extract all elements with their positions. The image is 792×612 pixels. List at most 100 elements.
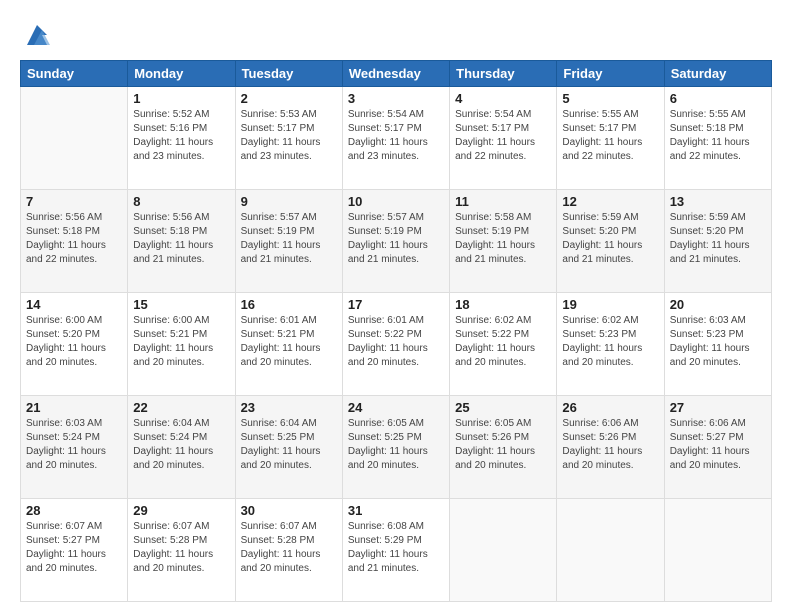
- day-info: Sunrise: 5:58 AM Sunset: 5:19 PM Dayligh…: [455, 211, 551, 267]
- calendar-cell: 1 Sunrise: 5:52 AM Sunset: 5:16 PM Daylig…: [128, 87, 235, 190]
- day-info: Sunrise: 5:57 AM Sunset: 5:19 PM Dayligh…: [348, 211, 444, 267]
- day-number: 27: [670, 400, 766, 415]
- calendar-cell: 4 Sunrise: 5:54 AM Sunset: 5:17 PM Daylig…: [450, 87, 557, 190]
- day-number: 7: [26, 194, 122, 209]
- day-number: 30: [241, 503, 337, 518]
- calendar-cell: 31 Sunrise: 6:08 AM Sunset: 5:29 PM Dayli…: [342, 499, 449, 602]
- calendar-cell: 30 Sunrise: 6:07 AM Sunset: 5:28 PM Dayli…: [235, 499, 342, 602]
- day-number: 9: [241, 194, 337, 209]
- calendar-day-header: Friday: [557, 61, 664, 87]
- day-number: 1: [133, 91, 229, 106]
- day-info: Sunrise: 6:01 AM Sunset: 5:22 PM Dayligh…: [348, 314, 444, 370]
- day-info: Sunrise: 6:08 AM Sunset: 5:29 PM Dayligh…: [348, 520, 444, 576]
- calendar-cell: 9 Sunrise: 5:57 AM Sunset: 5:19 PM Daylig…: [235, 190, 342, 293]
- calendar-day-header: Saturday: [664, 61, 771, 87]
- calendar-cell: 12Sunrise: 5:59 AM Sunset: 5:20 PM Dayli…: [557, 190, 664, 293]
- day-number: 29: [133, 503, 229, 518]
- day-number: 13: [670, 194, 766, 209]
- calendar-cell: 2 Sunrise: 5:53 AM Sunset: 5:17 PM Daylig…: [235, 87, 342, 190]
- calendar-cell: 15Sunrise: 6:00 AM Sunset: 5:21 PM Dayli…: [128, 293, 235, 396]
- header: [20, 20, 772, 50]
- day-number: 16: [241, 297, 337, 312]
- day-number: 11: [455, 194, 551, 209]
- day-number: 6: [670, 91, 766, 106]
- day-info: Sunrise: 6:00 AM Sunset: 5:20 PM Dayligh…: [26, 314, 122, 370]
- day-number: 17: [348, 297, 444, 312]
- calendar-day-header: Sunday: [21, 61, 128, 87]
- day-info: Sunrise: 6:06 AM Sunset: 5:27 PM Dayligh…: [670, 417, 766, 473]
- calendar-cell: 21Sunrise: 6:03 AM Sunset: 5:24 PM Dayli…: [21, 396, 128, 499]
- calendar-cell: 26 Sunrise: 6:06 AM Sunset: 5:26 PM Dayli…: [557, 396, 664, 499]
- calendar-cell: 5 Sunrise: 5:55 AM Sunset: 5:17 PM Daylig…: [557, 87, 664, 190]
- day-number: 23: [241, 400, 337, 415]
- day-info: Sunrise: 6:07 AM Sunset: 5:27 PM Dayligh…: [26, 520, 122, 576]
- calendar-cell: 7 Sunrise: 5:56 AM Sunset: 5:18 PM Daylig…: [21, 190, 128, 293]
- calendar-day-header: Wednesday: [342, 61, 449, 87]
- day-info: Sunrise: 6:00 AM Sunset: 5:21 PM Dayligh…: [133, 314, 229, 370]
- calendar-cell: 8 Sunrise: 5:56 AM Sunset: 5:18 PM Daylig…: [128, 190, 235, 293]
- calendar-cell: 23 Sunrise: 6:04 AM Sunset: 5:25 PM Dayli…: [235, 396, 342, 499]
- calendar-cell: [557, 499, 664, 602]
- calendar-cell: 24 Sunrise: 6:05 AM Sunset: 5:25 PM Dayli…: [342, 396, 449, 499]
- day-number: 4: [455, 91, 551, 106]
- day-info: Sunrise: 6:03 AM Sunset: 5:23 PM Dayligh…: [670, 314, 766, 370]
- calendar-cell: 10Sunrise: 5:57 AM Sunset: 5:19 PM Dayli…: [342, 190, 449, 293]
- calendar-day-header: Tuesday: [235, 61, 342, 87]
- day-number: 5: [562, 91, 658, 106]
- day-number: 22: [133, 400, 229, 415]
- day-info: Sunrise: 5:55 AM Sunset: 5:17 PM Dayligh…: [562, 108, 658, 164]
- calendar-week-row: 14Sunrise: 6:00 AM Sunset: 5:20 PM Dayli…: [21, 293, 772, 396]
- calendar-cell: 18 Sunrise: 6:02 AM Sunset: 5:22 PM Dayli…: [450, 293, 557, 396]
- calendar-cell: 6 Sunrise: 5:55 AM Sunset: 5:18 PM Daylig…: [664, 87, 771, 190]
- day-number: 20: [670, 297, 766, 312]
- day-number: 26: [562, 400, 658, 415]
- calendar-header-row: SundayMondayTuesdayWednesdayThursdayFrid…: [21, 61, 772, 87]
- day-info: Sunrise: 5:54 AM Sunset: 5:17 PM Dayligh…: [348, 108, 444, 164]
- calendar-cell: 13 Sunrise: 5:59 AM Sunset: 5:20 PM Dayli…: [664, 190, 771, 293]
- day-info: Sunrise: 5:55 AM Sunset: 5:18 PM Dayligh…: [670, 108, 766, 164]
- day-info: Sunrise: 6:06 AM Sunset: 5:26 PM Dayligh…: [562, 417, 658, 473]
- calendar-week-row: 28 Sunrise: 6:07 AM Sunset: 5:27 PM Dayli…: [21, 499, 772, 602]
- calendar-week-row: 21Sunrise: 6:03 AM Sunset: 5:24 PM Dayli…: [21, 396, 772, 499]
- calendar-week-row: 7 Sunrise: 5:56 AM Sunset: 5:18 PM Daylig…: [21, 190, 772, 293]
- day-info: Sunrise: 6:02 AM Sunset: 5:23 PM Dayligh…: [562, 314, 658, 370]
- day-info: Sunrise: 6:01 AM Sunset: 5:21 PM Dayligh…: [241, 314, 337, 370]
- day-number: 25: [455, 400, 551, 415]
- day-info: Sunrise: 6:04 AM Sunset: 5:24 PM Dayligh…: [133, 417, 229, 473]
- day-info: Sunrise: 6:05 AM Sunset: 5:26 PM Dayligh…: [455, 417, 551, 473]
- logo: [20, 20, 52, 50]
- calendar-cell: 20 Sunrise: 6:03 AM Sunset: 5:23 PM Dayli…: [664, 293, 771, 396]
- day-number: 2: [241, 91, 337, 106]
- calendar-cell: 11 Sunrise: 5:58 AM Sunset: 5:19 PM Dayli…: [450, 190, 557, 293]
- day-info: Sunrise: 6:07 AM Sunset: 5:28 PM Dayligh…: [133, 520, 229, 576]
- calendar-cell: [450, 499, 557, 602]
- day-info: Sunrise: 6:07 AM Sunset: 5:28 PM Dayligh…: [241, 520, 337, 576]
- day-info: Sunrise: 5:53 AM Sunset: 5:17 PM Dayligh…: [241, 108, 337, 164]
- calendar-week-row: 1 Sunrise: 5:52 AM Sunset: 5:16 PM Daylig…: [21, 87, 772, 190]
- calendar-cell: 22 Sunrise: 6:04 AM Sunset: 5:24 PM Dayli…: [128, 396, 235, 499]
- day-info: Sunrise: 5:54 AM Sunset: 5:17 PM Dayligh…: [455, 108, 551, 164]
- calendar-cell: 16 Sunrise: 6:01 AM Sunset: 5:21 PM Dayli…: [235, 293, 342, 396]
- day-number: 19: [562, 297, 658, 312]
- day-info: Sunrise: 5:57 AM Sunset: 5:19 PM Dayligh…: [241, 211, 337, 267]
- calendar-table: SundayMondayTuesdayWednesdayThursdayFrid…: [20, 60, 772, 602]
- day-number: 18: [455, 297, 551, 312]
- day-info: Sunrise: 5:56 AM Sunset: 5:18 PM Dayligh…: [133, 211, 229, 267]
- day-number: 21: [26, 400, 122, 415]
- day-number: 8: [133, 194, 229, 209]
- calendar-cell: 28 Sunrise: 6:07 AM Sunset: 5:27 PM Dayli…: [21, 499, 128, 602]
- calendar-cell: 14Sunrise: 6:00 AM Sunset: 5:20 PM Dayli…: [21, 293, 128, 396]
- day-info: Sunrise: 6:04 AM Sunset: 5:25 PM Dayligh…: [241, 417, 337, 473]
- day-number: 28: [26, 503, 122, 518]
- day-info: Sunrise: 5:56 AM Sunset: 5:18 PM Dayligh…: [26, 211, 122, 267]
- day-info: Sunrise: 6:02 AM Sunset: 5:22 PM Dayligh…: [455, 314, 551, 370]
- day-number: 31: [348, 503, 444, 518]
- calendar-cell: 25 Sunrise: 6:05 AM Sunset: 5:26 PM Dayli…: [450, 396, 557, 499]
- calendar-cell: 27 Sunrise: 6:06 AM Sunset: 5:27 PM Dayli…: [664, 396, 771, 499]
- calendar-cell: [21, 87, 128, 190]
- logo-icon: [22, 20, 52, 50]
- day-info: Sunrise: 6:05 AM Sunset: 5:25 PM Dayligh…: [348, 417, 444, 473]
- day-info: Sunrise: 5:52 AM Sunset: 5:16 PM Dayligh…: [133, 108, 229, 164]
- day-info: Sunrise: 5:59 AM Sunset: 5:20 PM Dayligh…: [670, 211, 766, 267]
- day-number: 24: [348, 400, 444, 415]
